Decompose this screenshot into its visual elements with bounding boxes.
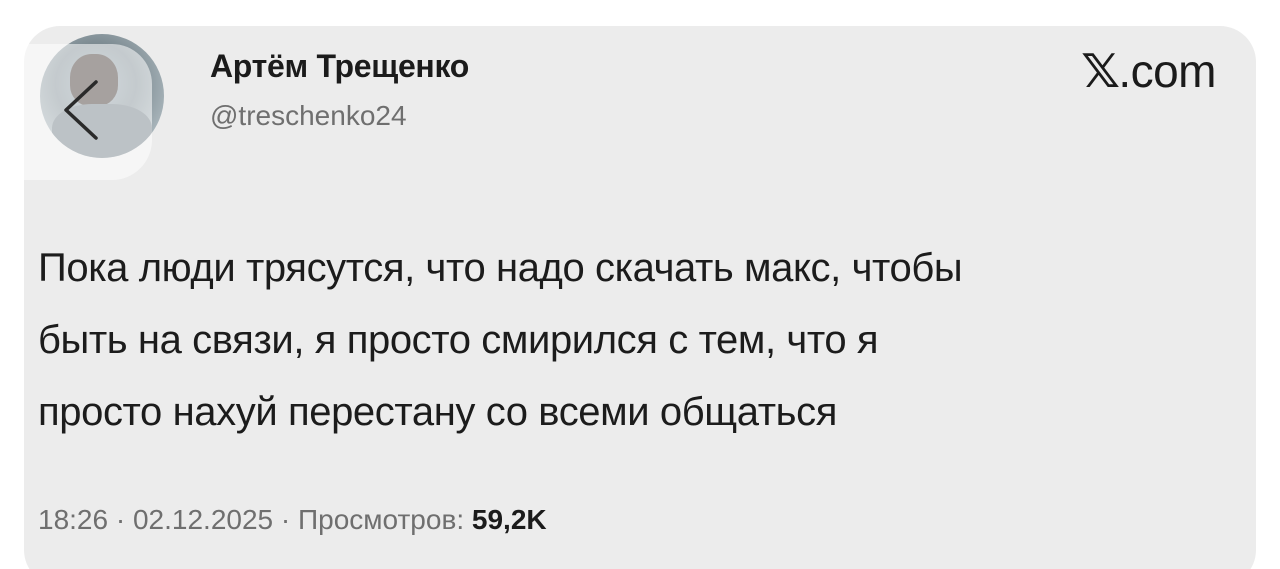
views-count: 59,2K — [471, 504, 547, 535]
chevron-left-icon — [64, 80, 98, 140]
meta-separator: · — [108, 504, 133, 535]
post-line: просто нахуй перестану со всеми общаться — [38, 390, 837, 434]
post-line: быть на связи, я просто смирился с тем, … — [38, 318, 879, 362]
views-label: Просмотров: — [298, 504, 465, 535]
post-text: Пока люди трясутся, что надо скачать мак… — [38, 232, 1238, 448]
x-logo-icon: 𝕏 — [1080, 45, 1120, 97]
tweet-card: Артём Трещенко @treschenko24 𝕏.com Пока … — [24, 26, 1256, 569]
back-button[interactable] — [12, 44, 152, 180]
post-meta: 18:26 · 02.12.2025 · Просмотров: 59,2K — [38, 504, 547, 536]
brand-logo: 𝕏.com — [1080, 44, 1217, 98]
post-line: Пока люди трясутся, что надо скачать мак… — [38, 246, 963, 290]
author-handle[interactable]: @treschenko24 — [210, 100, 407, 132]
post-time: 18:26 — [38, 504, 109, 535]
brand-domain: .com — [1118, 45, 1216, 97]
post-date: 02.12.2025 — [132, 504, 274, 535]
author-name[interactable]: Артём Трещенко — [210, 48, 469, 85]
meta-separator: · — [273, 504, 298, 535]
